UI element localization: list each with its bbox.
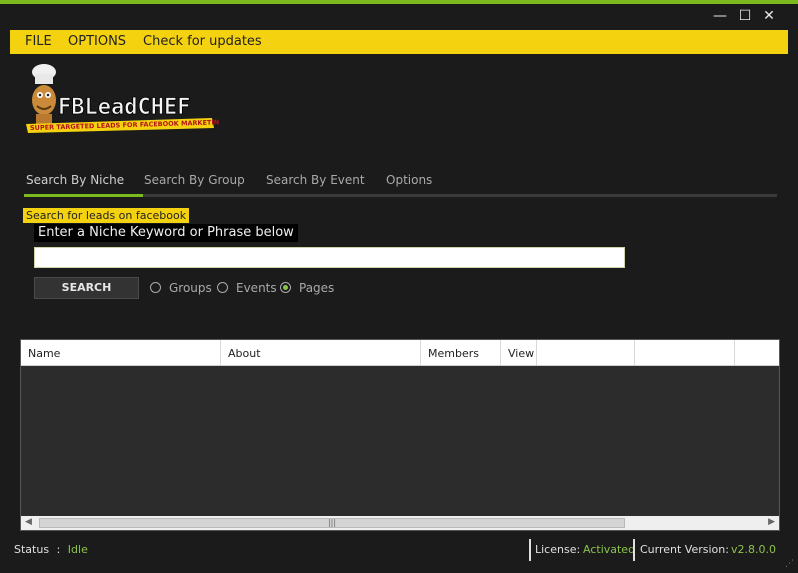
version-value: v2.8.0.0 (731, 543, 776, 556)
niche-keyword-input[interactable] (34, 247, 625, 268)
search-section-label: Search for leads on facebook (23, 208, 190, 223)
menu-check-updates[interactable]: Check for updates (143, 34, 262, 49)
radio-pages-label: Pages (299, 281, 335, 295)
scroll-left-icon[interactable]: ◀ (25, 517, 32, 527)
column-header-about[interactable]: About (221, 340, 421, 365)
search-tabs: Search By Niche Search By Group Search B… (24, 168, 777, 198)
column-header-blank[interactable] (635, 340, 735, 365)
radio-events-label: Events (236, 281, 277, 295)
search-button[interactable]: SEARCH (34, 277, 139, 299)
menu-bar: FILE OPTIONS Check for updates (10, 30, 788, 54)
column-header-view[interactable]: View (501, 340, 537, 365)
version-label: Current Version: (640, 543, 729, 556)
horizontal-scrollbar[interactable]: ◀ ||| ▶ (21, 516, 779, 530)
maximize-icon[interactable]: ☐ (736, 8, 754, 24)
tab-search-by-group[interactable]: Search By Group (144, 173, 245, 187)
column-header-name[interactable]: Name (21, 340, 221, 365)
status-text: Status : Idle (14, 543, 88, 556)
radio-pages[interactable] (280, 282, 291, 293)
fbleadchef-logo: FBLeadCHEF SUPER TARGETED LEADS FOR FACE… (24, 62, 225, 138)
menu-file[interactable]: FILE (25, 34, 52, 49)
close-icon[interactable]: ✕ (760, 8, 778, 24)
results-grid[interactable]: Name About Members View ◀ ||| ▶ (20, 339, 780, 531)
status-label: Status (14, 543, 50, 556)
status-separator: : (56, 543, 61, 556)
radio-events[interactable] (217, 282, 228, 293)
resize-grip-icon[interactable]: ⋰ (785, 559, 794, 569)
minimize-icon[interactable]: — (711, 8, 729, 24)
radio-groups[interactable] (150, 282, 161, 293)
tab-options[interactable]: Options (386, 173, 432, 187)
status-value: Idle (67, 543, 88, 556)
tab-search-by-event[interactable]: Search By Event (266, 173, 365, 187)
radio-groups-label: Groups (169, 281, 212, 295)
column-header-blank[interactable] (537, 340, 635, 365)
column-header-members[interactable]: Members (421, 340, 501, 365)
status-divider (529, 539, 531, 561)
search-prompt: Enter a Niche Keyword or Phrase below (34, 224, 298, 242)
window-accent-bar (0, 0, 798, 4)
scrollbar-thumb[interactable]: ||| (39, 518, 625, 528)
license-label: License: (535, 543, 581, 556)
logo-title: FBLeadCHEF (58, 95, 190, 120)
menu-options[interactable]: OPTIONS (68, 34, 126, 49)
active-tab-indicator (24, 194, 143, 197)
tab-search-by-niche[interactable]: Search By Niche (26, 173, 124, 187)
grid-header: Name About Members View (21, 340, 779, 366)
status-divider (633, 539, 635, 561)
scroll-right-icon[interactable]: ▶ (768, 517, 775, 527)
license-value: Activated (583, 543, 636, 556)
